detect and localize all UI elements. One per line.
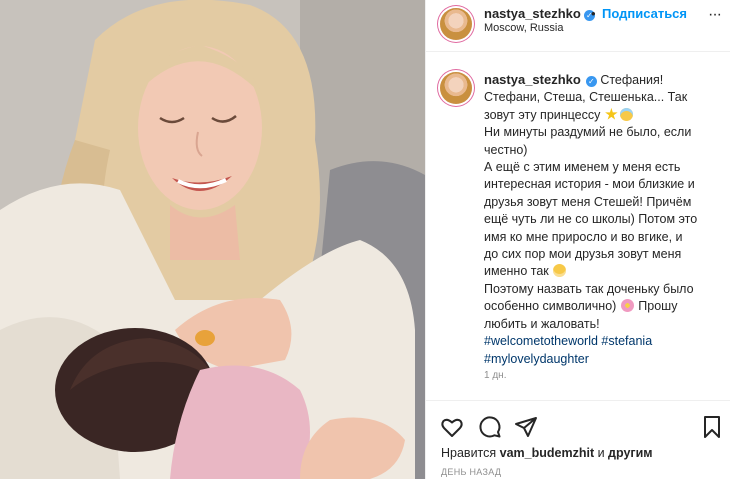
post-header: nastya_stezhko ✓ • Подписаться Moscow, Ru… [426,0,730,52]
caption-username[interactable]: nastya_stezhko [484,72,581,87]
hashtag-link[interactable]: #mylovelydaughter [484,351,722,368]
more-options-icon[interactable]: ··· [708,6,722,24]
caption-line: Поэтому назвать так доченьку было [484,281,694,296]
caption-line: Прошу [638,299,678,314]
action-bar [426,400,730,442]
caption-line: интересная история - мои близкие и [484,177,695,192]
caption-line: Стефани, Стеша, Стешенька... Так [484,90,688,105]
caption-line: любить и жаловать! [484,316,600,331]
caption-line: честно) [484,142,528,157]
caption-line: имя ко мне приросло и во вгике, и [484,229,683,244]
caption-line: А ещё с этим именем у меня есть [484,160,681,175]
heart-icon[interactable] [440,415,464,439]
caption-time: 1 дн. [484,370,507,381]
post-photo[interactable] [0,0,425,479]
liked-by-user[interactable]: vam_budemzhit [500,446,594,460]
star-emoji-icon [605,107,618,120]
post-time-ago[interactable]: ДЕНЬ НАЗАД [441,467,501,477]
blossom-emoji-icon [620,299,634,313]
verified-badge-icon: ✓ [585,76,597,87]
author-avatar[interactable] [440,8,472,40]
liked-by-others[interactable]: другим [608,446,653,460]
separator-dot: • [591,6,596,21]
photo-mother-and-baby [0,0,425,479]
follow-button[interactable]: Подписаться [602,6,687,21]
caption-line: Стефания! [600,73,664,87]
post-panel: nastya_stezhko ✓ • Подписаться Moscow, Ru… [425,0,730,479]
bookmark-icon[interactable] [700,415,724,439]
author-username-text[interactable]: nastya_stezhko [484,6,581,21]
caption-avatar[interactable] [440,72,472,104]
liked-by: Нравится vam_budemzhit и другим [441,446,653,460]
caption-line: друзья зовут меня Стешей! Причём [484,194,692,209]
grinning-emoji-icon [553,264,567,278]
caption-line: ещё чуть ли не со школы) Потом это [484,212,698,227]
angel-emoji-icon [619,107,633,121]
instagram-post: nastya_stezhko ✓ • Подписаться Moscow, Ru… [0,0,730,479]
caption-line: именно так [484,264,549,279]
liked-by-and: и [594,446,609,460]
author-username[interactable]: nastya_stezhko ✓ [484,6,595,21]
caption-line: до сих пор мои друзья зовут меня [484,247,682,262]
liked-by-prefix: Нравится [441,446,500,460]
caption-text: nastya_stezhko ✓ Стефания! Стефани, Стеша… [484,71,722,368]
caption-line: зовут эту принцессу [484,107,601,122]
caption-line: Ни минуты раздумий не было, если [484,125,692,140]
caption-line: особенно символично) [484,299,617,314]
hashtag-link[interactable]: #welcometotheworld #stefania [484,333,722,350]
post-location[interactable]: Moscow, Russia [484,22,563,34]
paper-plane-icon[interactable] [514,415,538,439]
post-caption: nastya_stezhko ✓ Стефания! Стефани, Стеша… [426,52,730,392]
comment-icon[interactable] [478,415,502,439]
